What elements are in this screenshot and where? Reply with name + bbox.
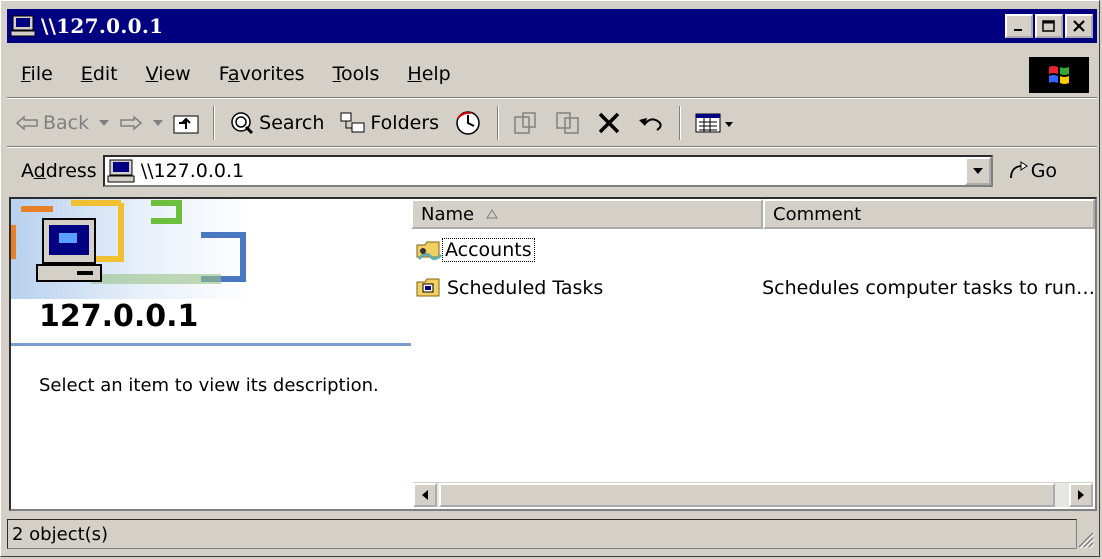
back-dropdown[interactable] [97,105,111,141]
toolbar-separator-line [7,146,1097,148]
toolbar-separator [679,106,682,140]
status-bar: 2 object(s) [7,517,1097,551]
status-object-count: 2 object(s) [7,519,1077,549]
maximize-icon [1042,20,1055,32]
history-button[interactable] [447,105,491,141]
folders-button[interactable]: Folders [332,105,447,141]
go-button[interactable]: Go [1007,160,1057,182]
address-value: \\127.0.0.1 [140,160,245,182]
computer-icon [11,15,35,37]
go-label: Go [1030,160,1058,182]
column-name-label: Name [421,203,475,225]
search-button[interactable]: Search [221,105,332,141]
maximize-button[interactable] [1035,14,1063,38]
minimize-icon [1014,29,1022,31]
dropdown-arrow-icon [153,120,164,126]
item-name: Scheduled Tasks [447,277,604,299]
menu-favorites[interactable]: Favorites [205,63,319,85]
scroll-right-icon [1078,490,1084,500]
list-item[interactable]: Scheduled Tasks Schedules computer tasks… [411,273,1095,303]
window-title: \\127.0.0.1 [41,14,164,38]
item-comment: Schedules computer tasks to run… [762,277,1095,299]
windows-flag-icon [1049,66,1069,84]
menu-tools[interactable]: Tools [319,63,394,85]
folders-icon [340,112,365,133]
scroll-left-icon [422,490,428,500]
content-area: 127.0.0.1 Select an item to view its des… [9,197,1097,511]
scroll-thumb[interactable] [439,483,1055,507]
delete-button[interactable] [589,105,629,141]
toolbar-separator [497,106,500,140]
scroll-left-button[interactable] [413,483,437,507]
close-button[interactable] [1065,14,1093,38]
close-icon [1073,20,1085,32]
back-arrow-icon [15,115,38,131]
column-headers: Name Comment [411,199,1095,229]
forward-button[interactable] [111,105,151,141]
item-name: Accounts [442,238,535,262]
menu-separator [7,97,1097,99]
up-folder-icon [173,115,199,134]
scheduled-tasks-folder-icon [416,278,440,297]
views-icon [695,113,734,133]
history-icon [456,111,480,135]
file-list: Name Comment Accounts Scheduled Tasks Sc… [411,199,1095,509]
delete-icon [598,112,620,134]
address-input[interactable]: \\127.0.0.1 [102,155,993,187]
chevron-down-icon [972,168,983,174]
menu-file[interactable]: File [7,63,67,85]
go-arrow-icon [1009,161,1028,179]
horizontal-scrollbar[interactable] [413,482,1093,507]
move-to-icon [514,112,536,134]
windows-logo [1029,57,1089,93]
up-folder-button[interactable] [165,105,207,141]
explorer-window: \\127.0.0.1 File Edit View Favorites Too… [0,0,1100,557]
list-item[interactable]: Accounts [411,235,1095,265]
title-bar[interactable]: \\127.0.0.1 [7,9,1097,43]
address-label: Address [21,160,97,182]
standard-toolbar: Back Search Folders [7,101,1097,145]
back-label: Back [43,112,90,134]
views-button[interactable] [687,105,743,141]
undo-icon [639,118,662,131]
search-icon [231,112,254,135]
menu-view[interactable]: View [132,63,205,85]
move-to-button[interactable] [505,105,547,141]
forward-arrow-icon [120,115,143,131]
toolbar-separator [213,106,216,140]
sort-ascending-icon [486,209,499,219]
web-view-pane: 127.0.0.1 Select an item to view its des… [11,199,411,509]
computer-name-heading: 127.0.0.1 [39,299,199,334]
item-description: Select an item to view its description. [39,375,379,396]
back-button[interactable]: Back [7,105,97,141]
scroll-right-button[interactable] [1069,483,1093,507]
menu-edit[interactable]: Edit [67,63,132,85]
menu-help[interactable]: Help [393,63,464,85]
shared-folder-icon [416,241,443,261]
computer-icon [107,159,135,183]
menu-bar: File Edit View Favorites Tools Help [7,53,1097,95]
resize-grip-icon[interactable] [1075,529,1095,549]
folders-label: Folders [370,112,440,134]
search-label: Search [259,112,325,134]
column-header-comment[interactable]: Comment [763,199,1095,229]
address-dropdown-button[interactable] [964,157,991,185]
address-bar: Address \\127.0.0.1 Go [7,151,1097,191]
column-comment-label: Comment [773,203,862,225]
pane-divider [11,343,411,346]
column-header-name[interactable]: Name [411,199,763,229]
copy-to-button[interactable] [547,105,589,141]
computer-banner-graphic [11,199,251,299]
undo-button[interactable] [629,105,673,141]
copy-to-icon [556,112,579,134]
forward-dropdown[interactable] [151,105,165,141]
dropdown-arrow-icon [99,120,110,126]
minimize-button[interactable] [1005,14,1033,38]
